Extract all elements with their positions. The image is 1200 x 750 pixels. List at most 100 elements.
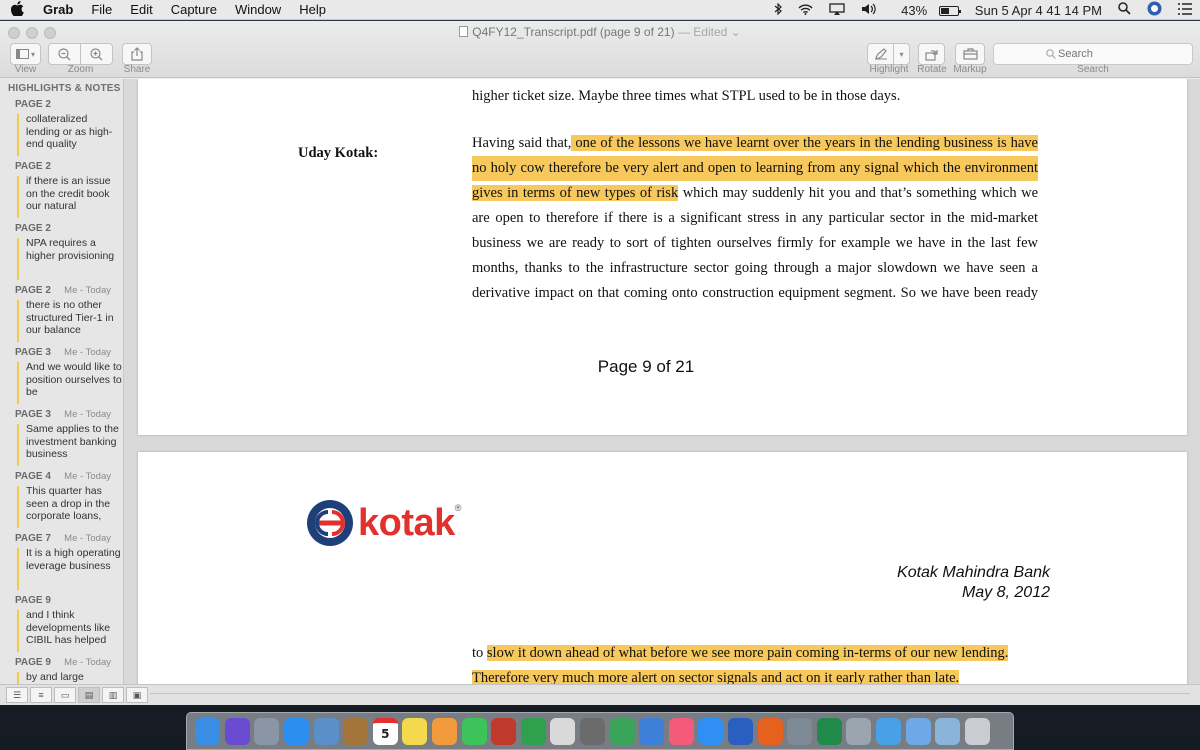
clock[interactable]: Sun 5 Apr 4 41 14 PM <box>975 3 1102 18</box>
apple-menu-icon[interactable] <box>0 0 34 19</box>
mail-icon[interactable] <box>905 717 931 745</box>
toolbox-icon <box>962 48 978 60</box>
note-page: PAGE 9 <box>15 657 51 668</box>
excel-icon[interactable] <box>816 717 842 745</box>
note-text: collateralized lending or as high-end qu… <box>26 113 113 151</box>
list-view-icon[interactable]: ☰ <box>6 687 28 703</box>
menu-window[interactable]: Window <box>226 2 290 17</box>
grab-icon[interactable] <box>846 717 872 745</box>
notebook-icon[interactable] <box>580 717 606 745</box>
highlights-view-icon[interactable]: ▤ <box>78 687 100 703</box>
numbers-icon[interactable] <box>609 717 635 745</box>
kotak-logo-text: kotak <box>358 501 455 544</box>
menu-help[interactable]: Help <box>290 2 335 17</box>
system-preferences-icon[interactable] <box>787 717 813 745</box>
airplay-icon[interactable] <box>829 2 845 18</box>
volume-icon[interactable] <box>861 3 877 18</box>
pdf-document-view[interactable]: higher ticket size. Maybe three times wh… <box>124 79 1200 684</box>
photo-booth-icon[interactable] <box>491 717 517 745</box>
note-item[interactable]: PAGE 2 if there is an issue on the credi… <box>0 161 123 223</box>
highlighted-text[interactable]: Therefore very much more alert on sector… <box>472 670 960 684</box>
menu-grab[interactable]: Grab <box>34 2 82 17</box>
view-button[interactable]: ▾ <box>10 43 41 65</box>
zoom-in-icon <box>90 47 103 60</box>
highlighted-text[interactable]: no holy cow therefore be very alert and … <box>472 156 1038 181</box>
downloads-icon[interactable] <box>935 717 961 745</box>
highlight-button[interactable] <box>867 43 894 65</box>
menu-file[interactable]: File <box>82 2 121 17</box>
note-item[interactable]: PAGE 3 Me - Today And we would like to po… <box>0 347 123 409</box>
note-item[interactable]: PAGE 2 collateralized lending or as high… <box>0 99 123 161</box>
highlighted-text[interactable]: gives in terms of new types of risk <box>472 185 679 201</box>
highlighted-text[interactable]: one of the lessons we have learnt over t… <box>571 135 1038 151</box>
keynote-icon[interactable] <box>639 717 665 745</box>
sidebar-heading: HIGHLIGHTS & NOTES <box>8 83 121 94</box>
firefox-icon[interactable] <box>757 717 783 745</box>
share-button[interactable] <box>122 43 152 65</box>
textedit-icon[interactable] <box>550 717 576 745</box>
note-text: And we would like to position ourselves … <box>26 361 122 399</box>
note-item[interactable]: PAGE 9 and I think developments like CIB… <box>0 595 123 657</box>
notes-icon[interactable] <box>402 717 428 745</box>
launchpad-icon[interactable] <box>254 717 280 745</box>
speaker-name: Uday Kotak: <box>298 145 379 161</box>
edited-status: — Edited <box>677 25 728 39</box>
notes-view-icon[interactable]: ▥ <box>102 687 124 703</box>
photos-icon[interactable] <box>432 717 458 745</box>
note-item[interactable]: PAGE 2 Me - Today there is no other struc… <box>0 285 123 347</box>
trash-icon[interactable] <box>964 717 990 745</box>
battery-percent: 43% <box>901 2 928 18</box>
search-input[interactable] <box>993 43 1193 65</box>
notes-brown-icon[interactable] <box>343 717 369 745</box>
text-run: which may suddenly hit you and that’s so… <box>678 185 1038 201</box>
note-item[interactable]: PAGE 2 NPA requires a higher provisionin… <box>0 223 123 285</box>
finder-icon[interactable] <box>195 717 221 745</box>
highlight-marker <box>17 424 19 466</box>
text-line: higher ticket size. Maybe three times wh… <box>472 88 901 104</box>
note-page: PAGE 2 <box>15 161 51 172</box>
highlight-marker <box>17 238 19 280</box>
share-label: Share <box>123 64 151 75</box>
note-page: PAGE 3 <box>15 347 51 358</box>
menu-edit[interactable]: Edit <box>121 2 161 17</box>
siri-icon[interactable] <box>224 717 250 745</box>
user-account-icon[interactable] <box>1147 1 1162 19</box>
chat-icon[interactable] <box>875 717 901 745</box>
wifi-icon[interactable] <box>798 3 813 18</box>
notification-center-icon[interactable] <box>1178 2 1192 18</box>
bluetooth-icon[interactable] <box>774 2 783 18</box>
highlighted-text[interactable]: slow it down ahead of what before we see… <box>486 645 1009 661</box>
zoom-out-button[interactable] <box>48 43 81 65</box>
outline-view-icon[interactable]: ≡ <box>30 687 52 703</box>
title-bar: Q4FY12_Transcript.pdf (page 9 of 21) — E… <box>0 21 1200 78</box>
menu-capture[interactable]: Capture <box>162 2 226 17</box>
kotak-logo: kotak ® <box>306 499 461 547</box>
note-item[interactable]: PAGE 4 Me - Today This quarter has seen a… <box>0 471 123 533</box>
messages-icon[interactable] <box>461 717 487 745</box>
document-title[interactable]: Q4FY12_Transcript.pdf (page 9 of 21) — E… <box>0 25 1200 39</box>
chevron-down-icon: ▾ <box>30 49 35 59</box>
calendar-icon[interactable]: 5 <box>372 717 398 745</box>
safari-icon[interactable] <box>284 717 310 745</box>
note-item[interactable]: PAGE 7 Me - Today It is a high operating … <box>0 533 123 595</box>
registered-mark: ® <box>454 503 462 513</box>
app-store-icon[interactable] <box>698 717 724 745</box>
note-text: if there is an issue on the credit book … <box>26 175 111 213</box>
word-icon[interactable] <box>727 717 753 745</box>
pdf-file-icon <box>459 26 469 37</box>
markup-button[interactable] <box>955 43 985 65</box>
bookmarks-view-icon[interactable]: ▣ <box>126 687 148 703</box>
facetime-icon[interactable] <box>520 717 546 745</box>
note-item[interactable]: PAGE 9 Me - Today by and large <box>0 657 123 684</box>
thumbnail-view-icon[interactable]: ▭ <box>54 687 76 703</box>
note-text: This quarter has seen a drop in the corp… <box>26 485 111 523</box>
rotate-button[interactable] <box>918 43 945 65</box>
text-line: to slow it down ahead of what before we … <box>472 641 1038 666</box>
preview-icon[interactable] <box>313 717 339 745</box>
battery-status[interactable]: 43% <box>893 2 961 18</box>
spotlight-search-icon[interactable] <box>1118 2 1131 18</box>
zoom-in-button[interactable] <box>80 43 113 65</box>
music-icon[interactable] <box>668 717 694 745</box>
highlight-style-dropdown[interactable]: ▾ <box>893 43 910 65</box>
note-item[interactable]: PAGE 3 Me - Today Same applies to the inv… <box>0 409 123 471</box>
